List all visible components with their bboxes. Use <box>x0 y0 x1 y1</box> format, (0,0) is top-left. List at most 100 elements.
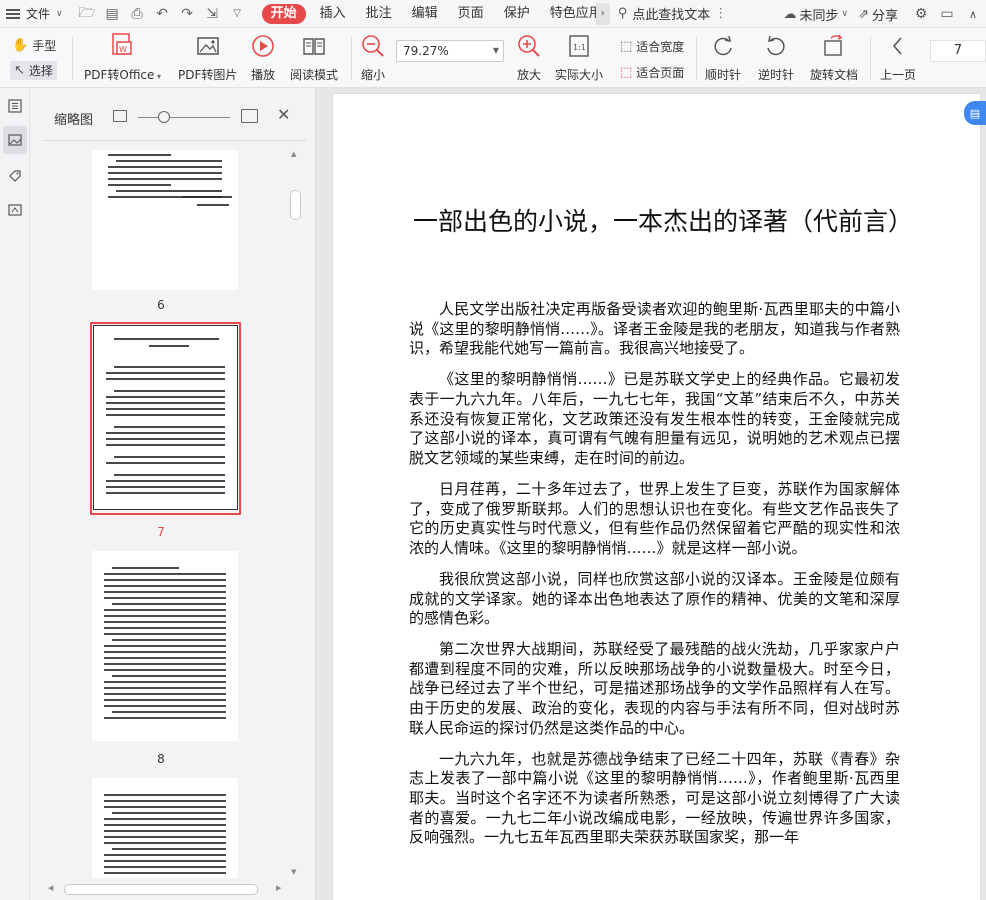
play-icon <box>248 32 278 60</box>
tab-annotate[interactable]: 批注 <box>356 0 402 28</box>
svg-text:W: W <box>119 45 127 54</box>
quick-access-toolbar: 🗁 ▤ ⎙ ↶ ↷ ⇲ ▽ <box>75 0 250 28</box>
file-menu[interactable]: 文件 ∨ <box>0 0 69 28</box>
fit-page-button[interactable]: ⬚ 适合页面 <box>620 64 684 81</box>
thumbnail-page-6[interactable] <box>92 150 238 290</box>
comment-icon[interactable]: ▭ <box>934 6 960 22</box>
attachment-icon <box>8 204 22 216</box>
zoom-in-icon <box>514 32 544 60</box>
thumbnail-text-line <box>106 378 225 380</box>
hand-tool-button[interactable]: ✋ 手型 <box>12 37 56 54</box>
pdf-to-image-button[interactable]: PDF转图片 <box>178 32 237 83</box>
thumbnail-text-line <box>104 699 226 701</box>
thumbnail-horizontal-scrollbar[interactable]: ◀ ▶ <box>44 882 288 896</box>
thumbnail-text-line <box>104 597 226 599</box>
thumbnail-text-line <box>106 402 225 404</box>
zoom-in-button[interactable]: 放大 <box>514 32 544 83</box>
customize-dropdown-icon[interactable]: ▽ <box>225 0 250 28</box>
zoom-level-value: 79.27% <box>403 44 449 58</box>
scrollbar-thumb[interactable] <box>64 884 258 895</box>
tab-insert[interactable]: 插入 <box>310 0 356 28</box>
thumbnail-text-line <box>104 657 226 659</box>
book-icon <box>299 32 329 60</box>
thumbnail-text-line <box>106 480 225 482</box>
thumbnail-text-line <box>104 830 226 832</box>
thumbnail-text-line <box>106 492 225 494</box>
redo-icon[interactable]: ↷ <box>175 0 200 28</box>
collapse-icon[interactable]: ∧ <box>960 8 986 21</box>
tab-start[interactable]: 开始 <box>261 3 306 24</box>
settings-icon[interactable]: ⚙ <box>908 6 934 22</box>
thumbnail-page-9[interactable] <box>92 778 238 878</box>
select-tool-button[interactable]: ↖ 选择 <box>10 61 57 80</box>
attachment-button[interactable] <box>3 196 27 224</box>
thumbnail-title-line <box>114 338 219 340</box>
thumbnail-text-line <box>108 154 171 156</box>
scroll-left-icon[interactable]: ◀ <box>48 884 53 892</box>
thumbnail-text-line <box>106 372 225 374</box>
tab-protect[interactable]: 保护 <box>494 0 540 28</box>
more-tabs-icon[interactable]: › <box>595 2 610 25</box>
share-button[interactable]: ⇗ 分享 <box>858 5 898 24</box>
thumbnail-text-line <box>104 836 226 838</box>
tab-features[interactable]: 特色应用 <box>540 0 596 28</box>
pdf-to-office-button[interactable]: W PDF转Office ▾ <box>84 32 161 83</box>
thumbnail-text-line <box>108 172 222 174</box>
thumbnail-text-line <box>112 639 226 641</box>
export-icon[interactable]: ⇲ <box>200 0 225 28</box>
sync-status[interactable]: ☁ 未同步 ∨ <box>783 5 848 24</box>
scrollbar-thumb[interactable] <box>290 190 301 220</box>
fit-width-button[interactable]: ⬚ 适合宽度 <box>620 38 684 55</box>
side-panel-toggle-icon[interactable]: ▤ <box>964 101 986 125</box>
scroll-up-icon[interactable]: ▲ <box>291 150 296 158</box>
select-tool-label: 选择 <box>28 64 53 78</box>
more-options-icon[interactable]: ⋮ <box>714 6 727 21</box>
image-small-icon[interactable] <box>113 110 127 122</box>
image-large-icon[interactable] <box>241 109 258 123</box>
annotation-button[interactable] <box>3 162 27 190</box>
outline-button[interactable] <box>3 92 27 120</box>
document-view[interactable]: 一部出色的小说，一本杰出的译著（代前言） 人民文学出版社决定再版备受读者欢迎的鲍… <box>316 88 986 900</box>
search-text-box[interactable]: ⚲ 点此查找文本 ⋮ <box>618 4 728 23</box>
undo-icon[interactable]: ↶ <box>150 0 175 28</box>
save-icon[interactable]: ▤ <box>100 0 125 28</box>
scroll-right-icon[interactable]: ▶ <box>276 884 281 892</box>
page-number-input[interactable]: 7 <box>930 40 986 62</box>
chevron-left-icon <box>883 32 913 60</box>
thumbnail-text-line <box>104 573 226 575</box>
thumbnail-page-7[interactable] <box>93 325 238 510</box>
read-mode-button[interactable]: 阅读模式 <box>290 32 338 83</box>
tab-page[interactable]: 页面 <box>448 0 494 28</box>
rotate-counterclockwise-icon <box>761 32 791 60</box>
divider <box>44 140 306 141</box>
thumbnail-text-line <box>104 579 226 581</box>
rotate-clockwise-icon <box>708 32 738 60</box>
document-paragraph: 《这里的黎明静悄悄……》已是苏联文学史上的经典作品。它最初发表于一九六九年。八年… <box>409 370 900 467</box>
thumbnail-panel-title: 缩略图 <box>54 113 94 128</box>
tab-edit[interactable]: 编辑 <box>402 0 448 28</box>
rotate-counterclockwise-button[interactable]: 逆时针 <box>758 32 794 83</box>
thumbnail-size-slider-handle[interactable] <box>158 111 170 123</box>
print-icon[interactable]: ⎙ <box>125 0 150 28</box>
thumbnail-text-line <box>106 408 225 410</box>
thumbnail-text-line <box>104 621 226 623</box>
thumbnail-text-line <box>106 414 225 416</box>
rotate-clockwise-button[interactable]: 顺时针 <box>705 32 741 83</box>
close-icon[interactable]: ✕ <box>277 105 290 124</box>
zoom-level-select[interactable]: 79.27% ▼ <box>396 40 504 62</box>
actual-size-button[interactable]: 1:1 实际大小 <box>555 32 603 83</box>
thumbnail-text-line <box>106 432 225 434</box>
zoom-out-button[interactable]: 缩小 <box>358 32 388 83</box>
thumbnail-text-line <box>106 462 225 464</box>
scroll-down-icon[interactable]: ▼ <box>291 868 296 876</box>
thumbnail-text-line <box>104 824 226 826</box>
open-folder-icon[interactable]: 🗁 <box>75 0 100 28</box>
rotate-document-button[interactable]: 旋转文档 <box>810 32 858 83</box>
play-button[interactable]: 播放 <box>248 32 278 83</box>
thumbnail-button[interactable] <box>3 126 27 154</box>
previous-page-button[interactable]: 上一页 <box>880 32 916 83</box>
thumbnail-vertical-scrollbar[interactable]: ▲ ▼ <box>288 150 302 880</box>
thumbnail-text-line <box>114 390 225 392</box>
thumbnail-size-slider[interactable] <box>138 117 230 118</box>
thumbnail-page-8[interactable] <box>92 551 238 741</box>
